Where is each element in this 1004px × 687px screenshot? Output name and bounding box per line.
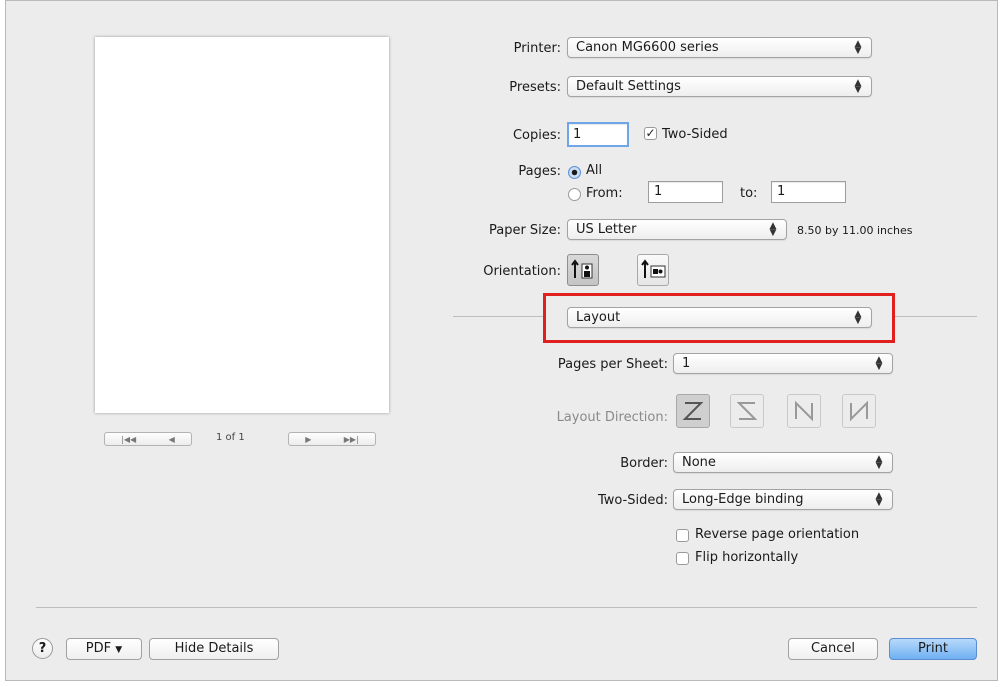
border-popup[interactable]: None ▲ ▼	[673, 452, 893, 473]
s-order-icon	[736, 402, 758, 420]
first-page-icon[interactable]: |◀◀	[121, 435, 136, 444]
copies-field[interactable]: 1	[567, 122, 629, 147]
pdf-button[interactable]: PDF ▼	[66, 638, 142, 660]
next-page-icon[interactable]: ▶	[305, 435, 311, 444]
previous-page-icon[interactable]: ◀	[169, 435, 175, 444]
section-popup-value: Layout	[576, 310, 621, 325]
z-order-icon	[682, 402, 704, 420]
pages-per-sheet-value: 1	[682, 356, 691, 371]
border-value: None	[682, 455, 716, 470]
help-icon: ?	[38, 641, 47, 656]
presets-popup[interactable]: Default Settings ▲ ▼	[567, 76, 872, 97]
portrait-button[interactable]	[567, 254, 599, 286]
pages-to-label: to:	[740, 186, 758, 201]
reverse-n-order-icon	[795, 400, 813, 422]
two-sided-binding-label: Two-Sided:	[597, 493, 668, 508]
two-sided-binding-value: Long-Edge binding	[682, 492, 804, 507]
presets-label: Presets:	[509, 80, 561, 95]
pages-from-radio[interactable]	[568, 188, 581, 201]
popup-arrows-icon: ▲ ▼	[875, 354, 883, 372]
dropdown-arrow-icon: ▼	[115, 645, 123, 655]
pages-from-label: From:	[586, 186, 623, 201]
copies-label: Copies:	[512, 128, 561, 143]
presets-value: Default Settings	[576, 79, 681, 94]
layout-direction-s-button	[730, 394, 764, 428]
reverse-orientation-label: Reverse page orientation	[695, 527, 860, 542]
popup-arrows-icon: ▲ ▼	[875, 490, 883, 508]
pages-from-field[interactable]: 1	[648, 181, 723, 203]
pages-label: Pages:	[518, 164, 561, 179]
page-indicator: 1 of 1	[216, 432, 245, 443]
border-label: Border:	[620, 456, 668, 471]
two-sided-binding-popup[interactable]: Long-Edge binding ▲ ▼	[673, 489, 893, 510]
flip-horizontally-label: Flip horizontally	[695, 550, 799, 565]
popup-arrows-icon: ▲ ▼	[854, 308, 862, 326]
landscape-icon	[641, 259, 666, 278]
popup-arrows-icon: ▲ ▼	[769, 220, 777, 238]
reverse-orientation-checkbox[interactable]	[676, 529, 689, 542]
orientation-label: Orientation:	[483, 264, 561, 279]
layout-direction-label: Layout Direction:	[556, 410, 668, 425]
paper-dimensions: 8.50 by 11.00 inches	[797, 224, 913, 237]
print-button[interactable]: Print	[889, 638, 977, 660]
portrait-icon	[571, 259, 593, 279]
pages-per-sheet-label: Pages per Sheet:	[557, 357, 668, 372]
pdf-label: PDF	[85, 641, 112, 656]
section-popup[interactable]: Layout ▲ ▼	[567, 307, 872, 328]
popup-arrows-icon: ▲ ▼	[875, 453, 883, 471]
footer-separator	[36, 607, 977, 608]
paper-size-value: US Letter	[576, 222, 637, 237]
layout-direction-n-button	[842, 394, 876, 428]
printer-value: Canon MG6600 series	[576, 40, 719, 55]
section-separator-left	[453, 316, 543, 317]
two-sided-checkbox[interactable]: ✓	[644, 127, 657, 140]
two-sided-label: Two-Sided	[662, 127, 728, 142]
page-preview	[95, 37, 389, 413]
print-dialog: |◀◀ ◀ 1 of 1 ▶ ▶▶| Printer: Canon MG6600…	[5, 0, 998, 681]
pages-per-sheet-popup[interactable]: 1 ▲ ▼	[673, 353, 893, 374]
help-button[interactable]: ?	[32, 638, 53, 659]
preview-back-buttons[interactable]: |◀◀ ◀	[104, 432, 192, 446]
pages-to-field[interactable]: 1	[771, 181, 846, 203]
hide-details-button[interactable]: Hide Details	[149, 638, 279, 660]
cancel-button[interactable]: Cancel	[788, 638, 878, 660]
pages-all-radio[interactable]	[568, 166, 581, 179]
n-order-icon	[850, 400, 868, 422]
last-page-icon[interactable]: ▶▶|	[344, 435, 359, 444]
popup-arrows-icon: ▲ ▼	[854, 38, 862, 56]
landscape-button[interactable]	[637, 254, 669, 286]
preview-forward-buttons[interactable]: ▶ ▶▶|	[288, 432, 376, 446]
layout-direction-z-button	[676, 394, 710, 428]
layout-direction-reverse-n-button	[787, 394, 821, 428]
printer-popup[interactable]: Canon MG6600 series ▲ ▼	[567, 37, 872, 58]
popup-arrows-icon: ▲ ▼	[854, 77, 862, 95]
paper-size-label: Paper Size:	[488, 223, 561, 238]
printer-label: Printer:	[513, 41, 561, 56]
paper-size-popup[interactable]: US Letter ▲ ▼	[567, 219, 787, 240]
section-separator-right	[895, 316, 977, 317]
pages-all-label: All	[586, 163, 603, 178]
flip-horizontally-checkbox[interactable]	[676, 552, 689, 565]
